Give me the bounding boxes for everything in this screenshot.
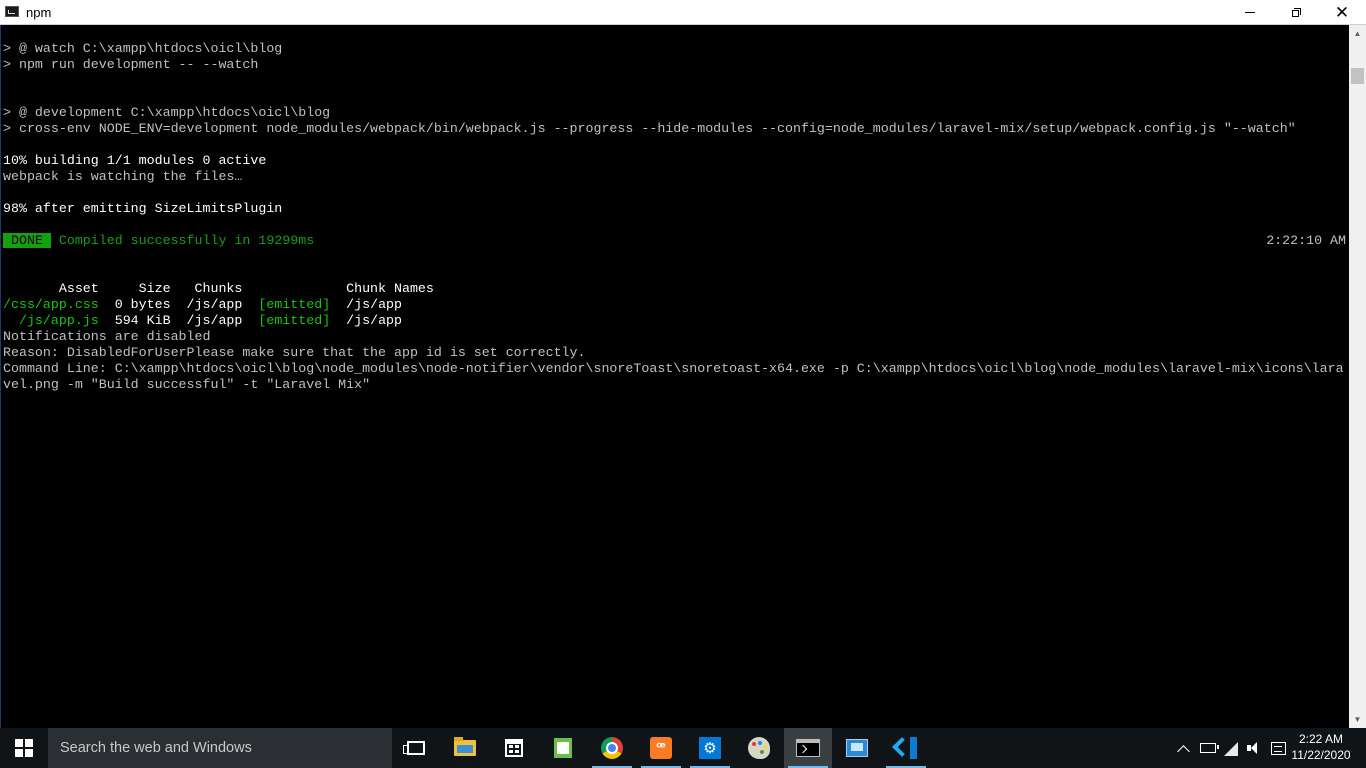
start-button[interactable] <box>0 728 48 768</box>
console-app-icon <box>5 6 19 17</box>
vscode-icon <box>895 737 917 759</box>
asset-name: /css/app.css <box>3 297 99 312</box>
console-line: 98% after emitting SizeLimitsPlugin <box>3 201 283 216</box>
console-line: > npm run development -- --watch <box>3 57 259 72</box>
paint-icon <box>748 737 770 759</box>
store-button[interactable] <box>490 728 538 768</box>
minimize-icon <box>1245 12 1255 13</box>
asset-status: [emitted] <box>258 313 331 328</box>
console-line: Command Line: C:\xampp\htdocs\oicl\blog\… <box>3 361 1344 376</box>
compiled-message: Compiled successfully in 19299ms <box>50 233 315 248</box>
close-button[interactable]: ✕ <box>1319 0 1365 25</box>
scroll-up-icon[interactable]: ▲ <box>1349 25 1366 42</box>
compile-timestamp: 2:22:10 AM <box>1266 233 1346 248</box>
task-view-icon <box>403 741 425 755</box>
asset-size-chunks: 0 bytes /js/app <box>98 297 259 312</box>
close-icon: ✕ <box>1334 3 1350 22</box>
xampp-button[interactable]: ꟹ <box>637 728 685 768</box>
paint-button[interactable] <box>735 728 783 768</box>
done-badge: DONE <box>3 233 51 248</box>
asset-chunk-names: /js/app <box>330 313 403 328</box>
console-line: > @ development C:\xampp\htdocs\oicl\blo… <box>3 105 331 120</box>
chrome-icon <box>601 737 623 759</box>
clock-date: 11/22/2020 <box>1291 748 1351 762</box>
console-line: > @ watch C:\xampp\htdocs\oicl\blog <box>3 41 283 56</box>
cmd-button[interactable] <box>784 728 832 768</box>
window-titlebar[interactable]: npm ✕ <box>0 0 1366 25</box>
console-line: Reason: DisabledForUserPlease make sure … <box>3 345 586 360</box>
remote-desktop-icon <box>846 739 868 757</box>
asset-name: /js/app.js <box>3 313 99 328</box>
console-output[interactable]: > @ watch C:\xampp\htdocs\oicl\blog > np… <box>0 25 1349 728</box>
restore-icon <box>1291 8 1301 17</box>
task-view-button[interactable] <box>392 728 440 768</box>
console-line: 10% building 1/1 modules 0 active <box>3 153 267 168</box>
chevron-up-icon <box>1176 744 1190 758</box>
taskbar-search-box[interactable]: Search the web and Windows <box>48 728 392 768</box>
console-line: Notifications are disabled <box>3 329 211 344</box>
table-row: /js/app.js 594 KiB /js/app [emitted] /js… <box>3 313 402 329</box>
battery-button[interactable] <box>1198 728 1219 768</box>
show-hidden-icons-button[interactable] <box>1174 728 1192 768</box>
scroll-down-icon[interactable]: ▼ <box>1349 711 1366 728</box>
vertical-scrollbar[interactable]: ▲ ▼ <box>1349 25 1366 728</box>
windows-logo-icon <box>15 739 33 757</box>
volume-button[interactable] <box>1244 728 1264 768</box>
xampp-icon: ꟹ <box>650 737 672 759</box>
compile-status-line: DONE Compiled successfully in 19299ms <box>3 233 314 249</box>
action-center-button[interactable] <box>1268 728 1288 768</box>
remote-desktop-button[interactable] <box>833 728 881 768</box>
notepad-plus-icon <box>554 738 572 758</box>
file-explorer-button[interactable] <box>441 728 489 768</box>
notification-icon <box>1270 741 1286 755</box>
speaker-icon <box>1246 740 1262 756</box>
table-row: /css/app.css 0 bytes /js/app [emitted] /… <box>3 297 402 313</box>
file-explorer-icon <box>454 737 476 756</box>
vscode-button[interactable] <box>882 728 930 768</box>
scroll-thumb[interactable] <box>1351 68 1364 84</box>
asset-size-chunks: 594 KiB /js/app <box>98 313 259 328</box>
taskbar: Search the web and Windows ꟹ ⚙ 2:22 AM 1… <box>0 728 1366 768</box>
console-line: webpack is watching the files… <box>3 169 243 184</box>
settings-icon: ⚙ <box>699 737 721 759</box>
console-line: vel.png -m "Build successful" -t "Larave… <box>3 377 371 392</box>
maximize-button[interactable] <box>1273 0 1319 25</box>
taskbar-clock[interactable]: 2:22 AM 11/22/2020 <box>1290 731 1352 763</box>
cmd-icon <box>796 739 820 757</box>
assets-table-header: Asset Size Chunks Chunk Names <box>3 281 434 296</box>
asset-status: [emitted] <box>258 297 331 312</box>
battery-icon <box>1200 743 1219 753</box>
network-button[interactable] <box>1222 728 1242 768</box>
store-icon <box>505 739 523 757</box>
console-line: > cross-env NODE_ENV=development node_mo… <box>3 121 1296 136</box>
asset-chunk-names: /js/app <box>330 297 403 312</box>
clock-time: 2:22 AM <box>1298 732 1344 746</box>
wifi-icon <box>1224 740 1240 756</box>
chrome-button[interactable] <box>588 728 636 768</box>
minimize-button[interactable] <box>1227 0 1273 25</box>
notepad-plus-button[interactable] <box>539 728 587 768</box>
window-title: npm <box>26 5 52 20</box>
settings-button[interactable]: ⚙ <box>686 728 734 768</box>
